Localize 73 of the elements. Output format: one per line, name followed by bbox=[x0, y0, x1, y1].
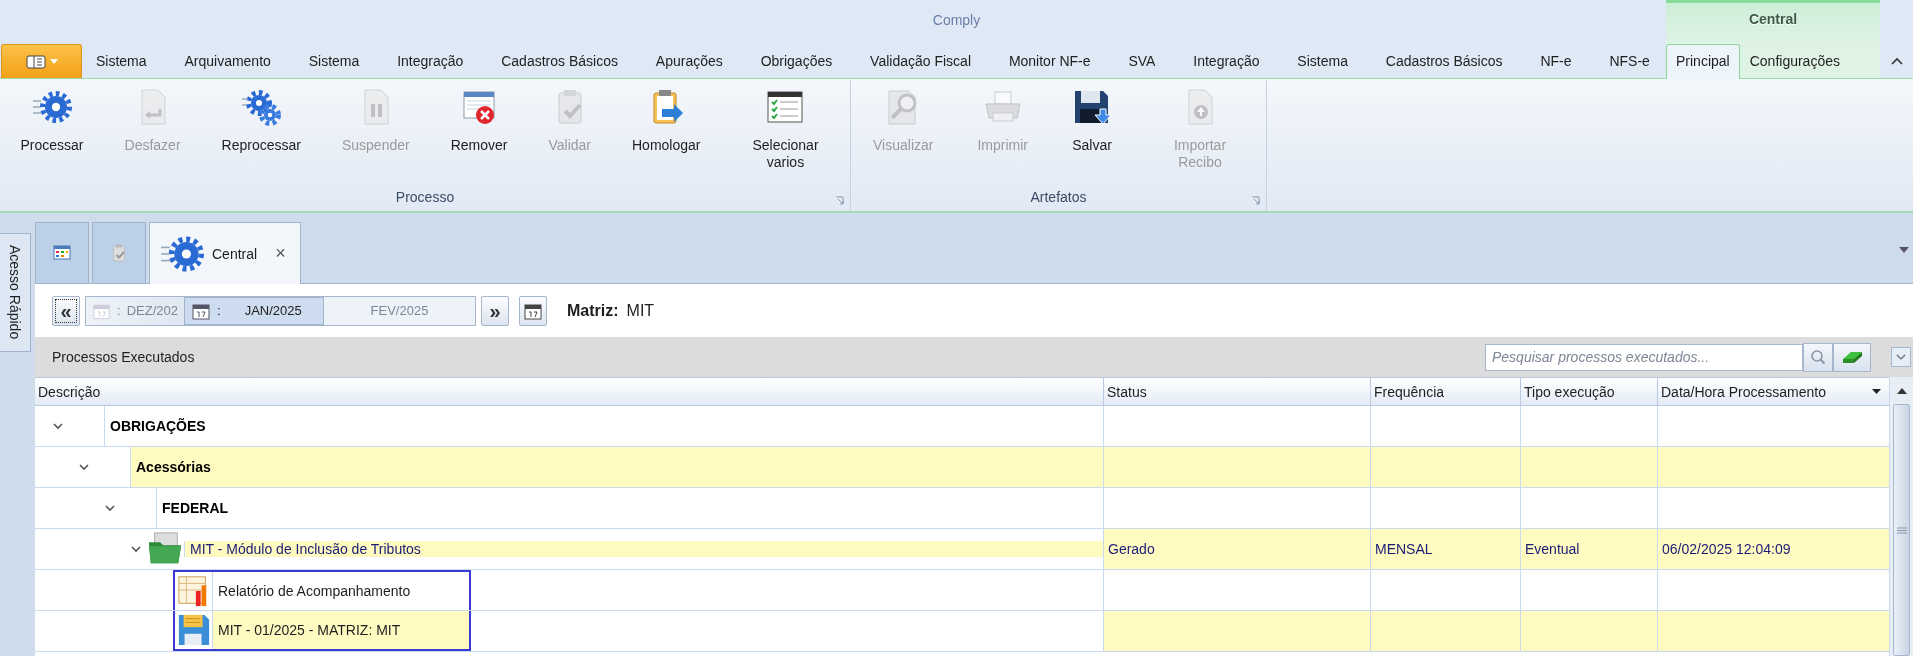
ribbon-tab[interactable]: Configurações bbox=[1739, 44, 1850, 78]
panel-icon bbox=[25, 54, 46, 69]
ribbon-tab[interactable]: Sistema bbox=[1287, 44, 1358, 78]
ribbon-tab[interactable]: Sistema bbox=[86, 44, 157, 78]
table-cell: MENSAL bbox=[1370, 529, 1520, 569]
group-label: Processo bbox=[395, 189, 455, 205]
dropdown-caret-icon[interactable] bbox=[1899, 247, 1909, 253]
ribbon-tab[interactable]: SVA bbox=[1118, 44, 1166, 78]
panel-title: Processos Executados bbox=[52, 349, 196, 365]
document-tab[interactable]: Central × bbox=[149, 222, 301, 284]
scrollbar-thumb[interactable] bbox=[1893, 404, 1910, 656]
gears-icon bbox=[241, 87, 282, 127]
ribbon-button[interactable]: Processar bbox=[16, 87, 88, 154]
tree-item-label[interactable]: MIT - Módulo de Inclusão de Tributos bbox=[190, 541, 421, 557]
app-menu-button[interactable] bbox=[1, 44, 82, 78]
ribbon-button[interactable]: Salvar bbox=[1068, 87, 1116, 154]
column-header[interactable]: Frequência bbox=[1370, 378, 1520, 405]
document-tab[interactable] bbox=[35, 222, 89, 283]
tree-item-label[interactable]: Acessórias bbox=[136, 459, 211, 475]
sort-caret-icon bbox=[1872, 389, 1881, 394]
company-label: Matriz: bbox=[567, 301, 619, 319]
ribbon-button[interactable]: Selecionar varios bbox=[737, 87, 834, 171]
ribbon-tab[interactable]: Obrigações bbox=[750, 44, 843, 78]
caret-icon bbox=[49, 59, 58, 64]
ribbon-tab[interactable]: NF-e bbox=[1530, 44, 1582, 78]
ribbon-tab[interactable]: Monitor NF-e bbox=[998, 44, 1101, 78]
table-cell: Eventual bbox=[1520, 529, 1657, 569]
column-header[interactable]: Descrição bbox=[35, 378, 1103, 405]
quick-access-tab[interactable]: Acesso Rápido bbox=[0, 233, 31, 352]
ribbon-tab[interactable]: Validação Fiscal bbox=[860, 44, 981, 78]
tree-item-label[interactable]: Relatório de Acompanhamento bbox=[218, 583, 411, 599]
search-button[interactable] bbox=[1803, 342, 1833, 372]
month-selector[interactable]: : DEZ/202 : JAN/2025 FEV/2025 bbox=[85, 295, 476, 326]
ribbon-button[interactable]: Homologar bbox=[628, 87, 705, 154]
grip-icon bbox=[1896, 526, 1907, 534]
column-header[interactable]: Tipo execução bbox=[1520, 378, 1657, 405]
tree-item-label[interactable]: FEDERAL bbox=[162, 500, 229, 516]
ribbon-tab[interactable]: Sistema bbox=[298, 44, 370, 78]
chevron-down-icon bbox=[1896, 354, 1906, 360]
ribbon-tab[interactable]: Principal bbox=[1666, 44, 1740, 79]
table-icon bbox=[52, 243, 72, 263]
ribbon-button[interactable]: Remover bbox=[446, 87, 512, 154]
ribbon-button[interactable]: Reprocessar bbox=[217, 87, 305, 154]
tree-item-label[interactable]: OBRIGAÇÕES bbox=[110, 418, 206, 434]
ribbon-tab[interactable]: NFS-e bbox=[1599, 44, 1660, 78]
company-value: MIT bbox=[626, 301, 655, 319]
previous-month-button[interactable]: « bbox=[52, 295, 80, 326]
tree-item-label[interactable]: MIT - 01/2025 - MATRIZ: MIT bbox=[218, 622, 401, 638]
scrollbar[interactable] bbox=[1889, 377, 1913, 656]
ribbon-tab[interactable]: Apurações bbox=[645, 44, 733, 78]
table-cell: Gerado bbox=[1103, 529, 1370, 569]
column-header[interactable]: Status bbox=[1103, 378, 1370, 405]
ribbon-tab[interactable]: Integração bbox=[1183, 44, 1270, 78]
month-item[interactable]: : JAN/2025 bbox=[184, 296, 324, 325]
next-month-button[interactable]: » bbox=[481, 295, 509, 326]
table-cell: 06/02/2025 12:04:09 bbox=[1657, 529, 1889, 569]
clear-search-button[interactable] bbox=[1833, 342, 1871, 372]
search-field[interactable]: Pesquisar processos executados... bbox=[1485, 343, 1803, 371]
search-icon bbox=[1810, 349, 1826, 365]
close-tab-button[interactable]: × bbox=[275, 243, 286, 264]
context-tab-header: Central bbox=[1666, 0, 1880, 44]
dialog-launcher-icon[interactable] bbox=[835, 196, 844, 205]
eraser-icon bbox=[1841, 350, 1863, 364]
up-arrow-icon bbox=[1896, 387, 1907, 394]
ribbon-tab[interactable]: Arquivamento bbox=[174, 44, 281, 78]
group-label: Artefatos bbox=[1030, 189, 1087, 205]
ribbon-tab[interactable]: Cadastros Básicos bbox=[491, 44, 628, 78]
dialog-launcher-icon[interactable] bbox=[1251, 196, 1260, 205]
collapse-ribbon-icon[interactable] bbox=[1890, 57, 1903, 65]
ribbon-tab[interactable]: Cadastros Básicos bbox=[1375, 44, 1513, 78]
window-title: Comply bbox=[932, 12, 981, 28]
ribbon-tab[interactable]: Integração bbox=[387, 44, 474, 78]
calendar-button[interactable] bbox=[519, 295, 547, 326]
